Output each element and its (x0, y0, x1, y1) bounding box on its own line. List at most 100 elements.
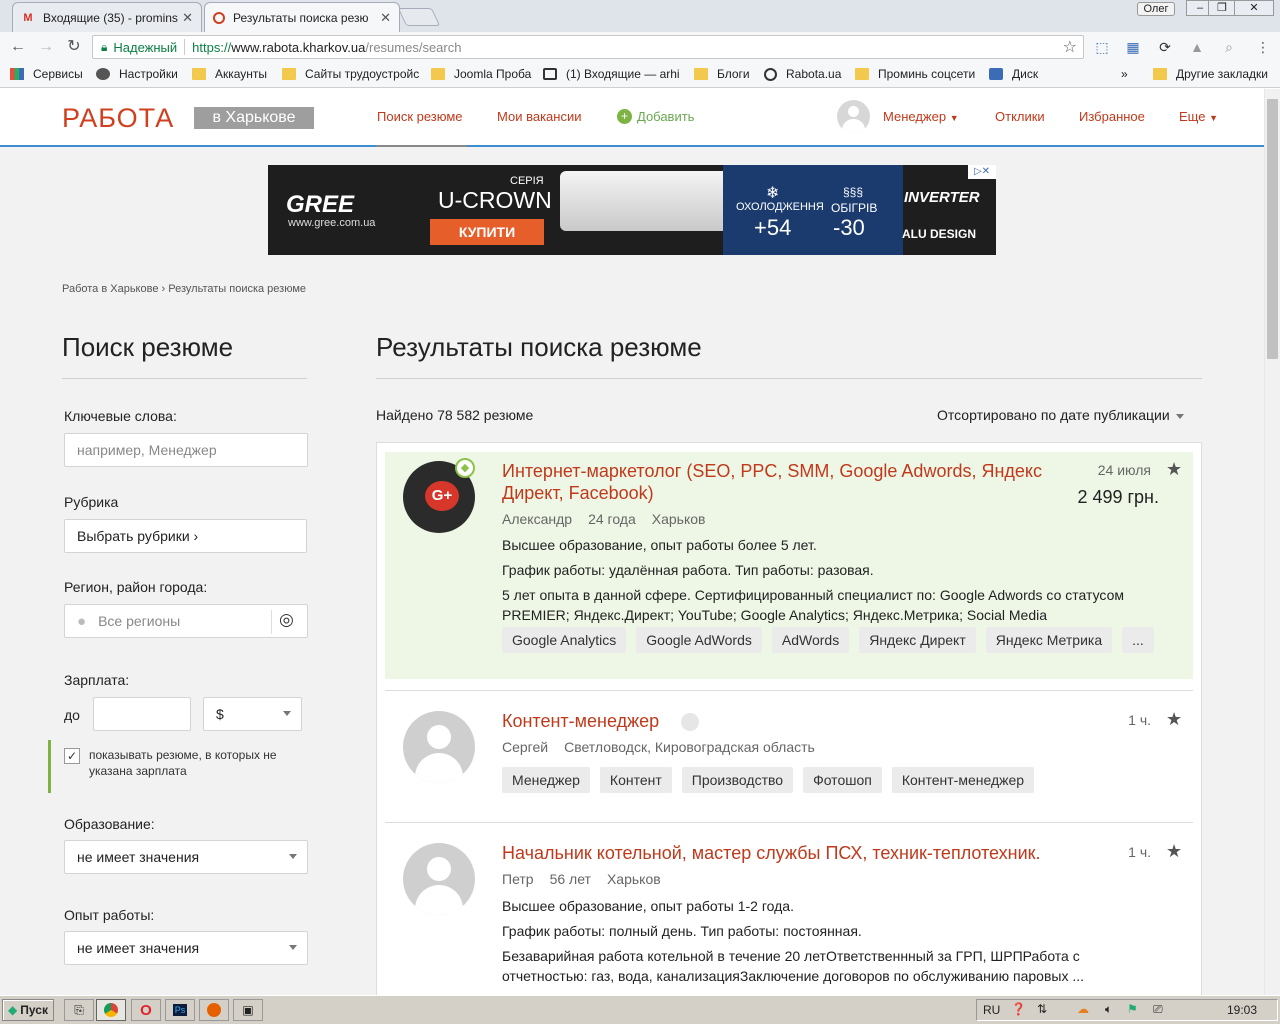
nav-my-vacancies[interactable]: Мои вакансии (497, 109, 581, 124)
bookmark-star-icon[interactable]: ☆ (1063, 37, 1077, 57)
start-button[interactable]: ◆ Пуск (2, 999, 54, 1021)
resume-city: Харьков (606, 871, 661, 887)
close-tab-icon[interactable]: ✕ (182, 10, 193, 26)
new-tab-button[interactable] (397, 8, 441, 26)
resume-card[interactable]: G+ ◆ Интернет-маркетолог (SEO, PPC, SMM,… (385, 452, 1193, 679)
security-icon[interactable]: ⚑ (1127, 1002, 1138, 1016)
resume-title[interactable]: Контент-менеджер (502, 710, 659, 732)
close-window-button[interactable]: ✕ (1234, 0, 1274, 16)
site-logo[interactable]: РАБОТА (62, 103, 174, 134)
extension-grid-icon[interactable]: ▦ (1124, 38, 1142, 56)
resume-photo-placeholder[interactable] (403, 711, 475, 783)
site-logo-city[interactable]: в Харькове (194, 107, 314, 129)
tag[interactable]: Google AdWords (636, 627, 762, 653)
bookmark-blogs[interactable]: Блоги (694, 67, 750, 81)
sort-dropdown[interactable]: Отсортировано по дате публикации (937, 407, 1184, 423)
extension-search-icon[interactable]: ⌕ (1220, 38, 1238, 56)
ad-buy-button[interactable]: КУПИТИ (430, 219, 544, 245)
bookmark-accounts[interactable]: Аккаунты (192, 67, 267, 81)
keywords-input[interactable]: например, Менеджер (64, 433, 308, 467)
education-select[interactable]: не имеет значения (64, 840, 308, 874)
bookmark-prominj[interactable]: Проминь соцсети (855, 67, 975, 81)
other-bookmarks[interactable]: Другие закладки (1153, 67, 1268, 81)
close-tab-icon[interactable]: ✕ (380, 10, 391, 26)
divider (385, 822, 1193, 823)
scrollbar-thumb[interactable] (1267, 99, 1278, 359)
more-tags[interactable]: ... (1122, 627, 1154, 653)
tag[interactable]: Фотошоп (803, 767, 882, 793)
page-scrollbar[interactable] (1264, 89, 1280, 995)
forward-icon[interactable]: → (36, 38, 56, 58)
tab-gmail[interactable]: M Входящие (35) - promins ✕ (12, 2, 202, 32)
tag[interactable]: Яндекс Директ (859, 627, 976, 653)
bookmark-disk[interactable]: Диск (989, 67, 1038, 81)
nav-responses[interactable]: Отклики (995, 109, 1045, 124)
network-icon[interactable]: ⎚ (1153, 1002, 1163, 1017)
bookmark-rabota-ua[interactable]: Rabota.ua (764, 67, 841, 81)
breadcrumb-home[interactable]: Работа в Харькове (62, 283, 158, 295)
taskbar-chrome-icon[interactable] (96, 999, 126, 1021)
resume-title[interactable]: Начальник котельной, мастер службы ПСХ, … (502, 842, 1072, 864)
geolocation-icon[interactable]: ◎ (279, 610, 294, 630)
resume-photo-placeholder[interactable] (403, 843, 475, 915)
favorite-star-icon[interactable]: ★ (1166, 459, 1182, 480)
more-bookmarks-button[interactable]: » (1121, 67, 1128, 81)
tray-icon[interactable]: ⇅ (1037, 1002, 1047, 1016)
tab-rabota[interactable]: Результаты поиска резю ✕ (204, 2, 400, 32)
resume-card[interactable]: Начальник котельной, мастер службы ПСХ, … (385, 834, 1193, 995)
favorite-star-icon[interactable]: ★ (1166, 841, 1182, 862)
user-menu[interactable]: Менеджер ▼ (883, 109, 959, 124)
volume-icon[interactable]: 🔈︎ (1105, 1002, 1112, 1017)
region-input[interactable]: ● Все регионы ◎ (64, 604, 308, 638)
chevron-down-icon: ▼ (949, 113, 959, 123)
tag[interactable]: Менеджер (502, 767, 590, 793)
taskbar-firefox-icon[interactable] (199, 999, 229, 1021)
back-icon[interactable]: ← (8, 38, 28, 58)
taskbar-photoshop-icon[interactable]: Ps (165, 999, 195, 1021)
bookmark-inbox[interactable]: (1) Входящие — arhi (543, 67, 684, 81)
nav-search-resumes[interactable]: Поиск резюме (377, 109, 463, 124)
salary-input[interactable] (93, 697, 191, 731)
tray-cloud-icon[interactable]: ☁ (1077, 1002, 1089, 1016)
category-select[interactable]: Выбрать рубрики › (64, 519, 307, 553)
language-indicator[interactable]: RU (983, 1003, 1000, 1017)
resume-date: 24 июля (1097, 462, 1151, 478)
clock[interactable]: 19:03 (1227, 1003, 1257, 1017)
restore-button[interactable]: ❐ (1208, 0, 1236, 16)
tag[interactable]: Контент (599, 767, 672, 793)
tag[interactable]: Контент-менеджер (891, 767, 1035, 793)
tag[interactable]: Google Analytics (502, 627, 627, 653)
profile-button[interactable]: Олег (1137, 2, 1175, 16)
nav-add[interactable]: + Добавить (617, 109, 694, 124)
extension-screen-icon[interactable]: ⬚ (1093, 38, 1111, 56)
reload-icon[interactable]: ↻ (64, 38, 84, 58)
taskbar-opera-icon[interactable]: O (131, 999, 161, 1021)
bookmark-job-sites[interactable]: Сайты трудоустройс (282, 67, 419, 81)
bookmark-services[interactable]: Сервисы (10, 67, 83, 81)
resume-title[interactable]: Интернет-маркетолог (SEO, PPC, SMM, Goog… (502, 460, 1062, 504)
user-avatar[interactable] (837, 100, 870, 133)
ad-banner[interactable]: GREE www.gree.com.ua СЕРІЯ U-CROWN КУПИТ… (268, 165, 996, 255)
bookmark-joomla[interactable]: Joomla Проба (431, 67, 531, 81)
tag[interactable]: AdWords (771, 627, 850, 653)
taskbar-network-icon[interactable]: ⎘ (64, 999, 94, 1021)
nav-more[interactable]: Еще ▼ (1179, 109, 1218, 124)
nav-favorites[interactable]: Избранное (1079, 109, 1145, 124)
tag[interactable]: Яндекс Метрика (985, 627, 1113, 653)
extension-drive-icon[interactable]: ▲ (1188, 38, 1206, 56)
extension-sync-icon[interactable]: ⟳ (1156, 38, 1174, 56)
favorite-star-icon[interactable]: ★ (1166, 709, 1182, 730)
help-icon[interactable]: ❓ (1011, 1002, 1026, 1016)
ad-choices-icon[interactable]: ▷✕ (968, 165, 996, 179)
currency-select[interactable]: $ (203, 697, 302, 731)
menu-icon[interactable]: ⋮ (1254, 38, 1272, 56)
bookmark-settings[interactable]: Настройки (96, 67, 178, 81)
results-list: G+ ◆ Интернет-маркетолог (SEO, PPC, SMM,… (376, 442, 1202, 995)
resume-card[interactable]: Контент-менеджер 1 ч. ★ Сергей Светловодс… (385, 702, 1193, 812)
experience-select[interactable]: не имеет значения (64, 931, 308, 965)
resume-meta: Александр 24 года Харьков (502, 511, 721, 527)
tag[interactable]: Производство (681, 767, 794, 793)
no-salary-checkbox[interactable]: ✓ (64, 748, 80, 764)
address-bar[interactable]: 🔒︎ Надежный https:// www.rabota.kharkov.… (92, 35, 1084, 59)
taskbar-app-icon[interactable]: ▣ (233, 999, 263, 1021)
